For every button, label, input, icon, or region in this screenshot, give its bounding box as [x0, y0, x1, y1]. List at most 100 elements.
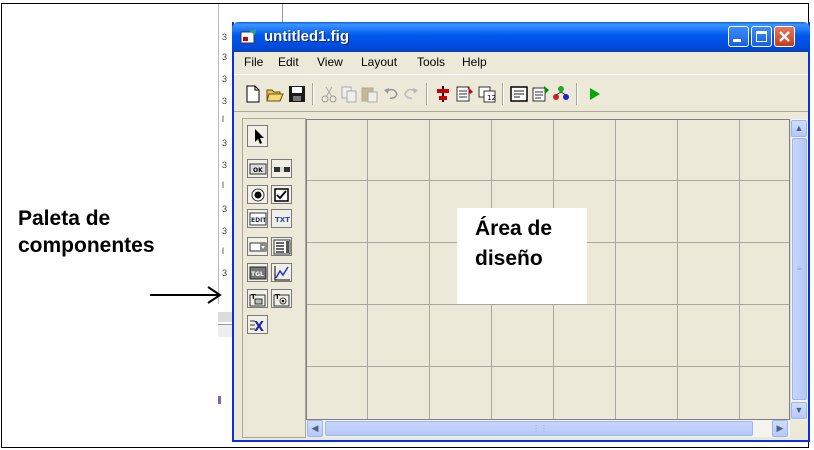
background-glyph: 3	[222, 226, 228, 236]
toolbar-separator	[502, 83, 504, 105]
button-group-glyph: T	[275, 293, 280, 301]
open-icon[interactable]	[266, 85, 284, 103]
toggle-button-icon: TGL	[249, 266, 267, 280]
object-browser-icon[interactable]	[552, 85, 570, 103]
arrow-icon	[150, 286, 222, 304]
background-glyph: 3	[222, 268, 228, 278]
redo-icon[interactable]	[402, 85, 420, 103]
palette-push-button[interactable]: OK	[247, 159, 268, 178]
scroll-up-button[interactable]: ▲	[791, 120, 807, 137]
design-area-label-box: Área de diseño	[457, 208, 587, 304]
toolbar-separator	[426, 83, 428, 105]
toggle-button-glyph: TGL	[251, 271, 264, 278]
palette-checkbox[interactable]	[271, 185, 292, 204]
edit-text-glyph: EDIT	[251, 217, 267, 224]
palette-popup-menu[interactable]	[247, 237, 268, 256]
design-area-line-1: Área de	[475, 217, 553, 240]
menu-edit[interactable]: Edit	[278, 55, 299, 69]
background-glyph: 3	[222, 160, 228, 170]
layout-grid[interactable]: Área de diseño	[306, 119, 790, 420]
palette-listbox[interactable]	[271, 237, 292, 256]
svg-text:12: 12	[487, 94, 496, 102]
palette-activex[interactable]: X	[247, 315, 268, 334]
slider-icon	[274, 167, 290, 172]
radio-button-icon	[251, 188, 265, 202]
checkbox-icon	[274, 188, 289, 202]
palette-static-text[interactable]: TXT	[271, 209, 292, 228]
annotation-line-2: componentes	[18, 234, 155, 257]
palette-panel[interactable]: T	[247, 289, 268, 308]
annotation-line-1: Paleta de	[18, 207, 111, 230]
menu-file[interactable]: File	[244, 55, 263, 69]
figure-icon	[240, 29, 256, 44]
minimize-button[interactable]	[728, 26, 749, 47]
new-icon[interactable]	[244, 85, 262, 103]
close-button[interactable]	[774, 26, 795, 47]
component-palette: OK EDIT TXT TGL T T X	[242, 118, 306, 438]
push-button-icon: OK	[249, 163, 267, 175]
run-icon[interactable]	[586, 85, 604, 103]
activex-icon: X	[250, 320, 264, 333]
background-glyph: 3	[222, 32, 228, 42]
button-group-icon: T	[273, 293, 290, 307]
background-glyph: 3	[222, 204, 228, 214]
push-button-glyph: OK	[253, 167, 263, 174]
palette-button-group[interactable]: T	[271, 289, 292, 308]
background-glyph: l	[222, 246, 224, 256]
paste-icon[interactable]	[360, 85, 378, 103]
undo-icon[interactable]	[382, 85, 400, 103]
vertical-scroll-thumb[interactable]: ≡	[792, 138, 807, 400]
arrow-pointer-icon	[255, 129, 264, 144]
window-title: untitled1.fig	[264, 28, 349, 45]
menu-editor-icon[interactable]	[456, 85, 474, 103]
static-text-glyph: TXT	[275, 216, 290, 224]
background-glyph: 3	[222, 96, 228, 106]
listbox-icon	[273, 239, 291, 255]
align-icon[interactable]	[434, 85, 452, 103]
background-glyph: l	[222, 180, 224, 190]
palette-radio-button[interactable]	[247, 185, 268, 204]
popup-menu-icon	[249, 242, 267, 252]
menu-view[interactable]: View	[317, 55, 343, 69]
scroll-right-button[interactable]: ▶	[772, 420, 788, 437]
cut-icon[interactable]	[320, 85, 338, 103]
toolbar-separator	[576, 83, 578, 105]
axes-icon	[274, 266, 290, 281]
background-glyph: 3	[222, 52, 228, 62]
palette-select-tool[interactable]	[247, 125, 268, 147]
panel-icon: T	[249, 293, 266, 307]
design-area-line-2: diseño	[475, 247, 543, 270]
save-icon[interactable]	[288, 85, 306, 103]
property-inspector-icon[interactable]	[532, 85, 550, 103]
background-glyph: 3	[222, 74, 228, 84]
copy-icon[interactable]	[340, 85, 358, 103]
scroll-left-button[interactable]: ◀	[307, 420, 323, 437]
menu-layout[interactable]: Layout	[361, 55, 397, 69]
toolbar: 12	[234, 74, 808, 112]
toolbar-separator	[312, 83, 314, 105]
guide-window: untitled1.fig File Edit View Layout Tool…	[232, 22, 810, 442]
vertical-scrollbar[interactable]: ▲ ≡ ▼	[790, 119, 808, 420]
design-area-label: Área de diseño	[475, 214, 552, 274]
palette-edit-text[interactable]: EDIT	[247, 209, 268, 228]
menu-bar: File Edit View Layout Tools Help	[234, 52, 808, 72]
horizontal-scroll-thumb[interactable]: ⋮⋮	[325, 421, 753, 436]
horizontal-scrollbar[interactable]: ◀ ⋮⋮ ▶	[306, 420, 790, 437]
tab-order-icon[interactable]: 12	[478, 85, 496, 103]
scroll-down-button[interactable]: ▼	[791, 402, 807, 419]
edit-text-icon: EDIT	[249, 212, 267, 226]
palette-annotation: Paleta de componentes	[18, 205, 155, 259]
static-text-icon: TXT	[275, 216, 290, 224]
palette-toggle-button[interactable]: TGL	[247, 263, 268, 282]
grip-icon: ≡	[797, 264, 802, 273]
palette-axes[interactable]	[271, 263, 292, 282]
maximize-button[interactable]	[751, 26, 772, 47]
activex-glyph: X	[254, 320, 264, 333]
menu-tools[interactable]: Tools	[417, 55, 445, 69]
grip-icon: ⋮⋮	[532, 424, 548, 433]
menu-help[interactable]: Help	[462, 55, 487, 69]
mfile-editor-icon[interactable]	[510, 85, 528, 103]
background-glyph: l	[222, 114, 224, 124]
title-bar[interactable]: untitled1.fig	[232, 22, 810, 52]
palette-slider[interactable]	[271, 159, 292, 178]
